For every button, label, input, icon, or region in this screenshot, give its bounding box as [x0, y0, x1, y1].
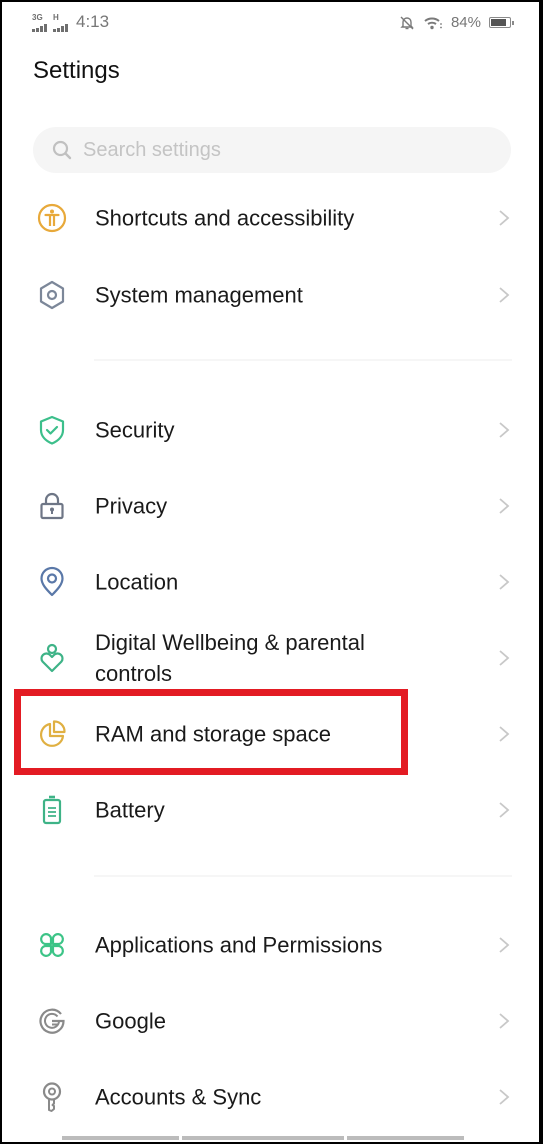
chevron-right-icon: [499, 937, 510, 953]
settings-item-label: System management: [95, 282, 303, 308]
settings-item-label: Accounts & Sync: [95, 1084, 262, 1110]
settings-item-label: Shortcuts and accessibility: [95, 205, 355, 231]
notifications-off-icon: [400, 16, 414, 29]
network-type-1: 3G: [32, 13, 43, 22]
settings-item-label: Security: [95, 417, 175, 443]
chevron-right-icon: [499, 1089, 510, 1105]
search-input[interactable]: [81, 137, 465, 163]
signal-h-icon: H: [53, 14, 68, 32]
settings-item-digital-wellbeing[interactable]: Digital Wellbeing & parental controls: [2, 617, 539, 699]
search-icon: [52, 140, 72, 160]
settings-item-battery[interactable]: Battery: [2, 774, 539, 846]
chevron-right-icon: [499, 574, 510, 590]
settings-item-shortcuts-accessibility[interactable]: Shortcuts and accessibility: [2, 182, 539, 254]
signal-3g-icon: 3G: [32, 14, 47, 32]
battery-percent: 84%: [450, 14, 481, 31]
wellbeing-heart-icon: [40, 643, 64, 673]
battery-list-icon: [42, 795, 62, 825]
shield-check-icon: [39, 415, 65, 445]
settings-item-ram-storage[interactable]: RAM and storage space: [2, 698, 539, 770]
location-pin-icon: [40, 566, 64, 597]
status-bar: 3G H 4:13 84%: [2, 2, 539, 46]
settings-item-accounts-sync[interactable]: Accounts & Sync: [2, 1061, 539, 1133]
settings-item-security[interactable]: Security: [2, 394, 539, 466]
key-icon: [42, 1082, 62, 1112]
settings-item-label: Google: [95, 1008, 166, 1034]
lock-icon: [40, 492, 64, 520]
accessibility-icon: [37, 203, 67, 233]
chevron-right-icon: [499, 1013, 510, 1029]
settings-item-location[interactable]: Location: [2, 546, 539, 618]
chevron-right-icon: [499, 726, 510, 742]
section-divider: [94, 875, 512, 877]
network-type-2: H: [53, 13, 59, 22]
chevron-right-icon: [499, 287, 510, 303]
settings-item-label: Privacy: [95, 493, 168, 519]
gesture-nav-bar: [62, 1136, 464, 1140]
google-icon: [39, 1008, 65, 1034]
apps-grid-icon: [40, 933, 64, 957]
page-title: Settings: [33, 57, 120, 84]
settings-screen: 3G H 4:13 84% Settings Search settings S…: [2, 2, 539, 1142]
settings-item-system-management[interactable]: System management: [2, 259, 539, 331]
settings-item-label: RAM and storage space: [95, 721, 332, 747]
chevron-right-icon: [499, 210, 510, 226]
chevron-right-icon: [499, 498, 510, 514]
settings-item-label: Location: [95, 569, 179, 595]
chevron-right-icon: [499, 802, 510, 818]
settings-item-google[interactable]: Google: [2, 985, 539, 1057]
settings-item-applications-permissions[interactable]: Applications and Permissions: [2, 909, 539, 981]
settings-item-label: Applications and Permissions: [95, 932, 383, 958]
chevron-right-icon: [499, 422, 510, 438]
battery-icon: [489, 17, 514, 28]
pie-chart-icon: [40, 720, 66, 747]
hexagon-settings-icon: [39, 280, 65, 310]
wifi-icon: [424, 16, 442, 29]
settings-item-label: Battery: [95, 797, 165, 823]
settings-item-label: Digital Wellbeing & parental controls: [95, 630, 365, 686]
settings-item-privacy[interactable]: Privacy: [2, 470, 539, 542]
search-bar[interactable]: [33, 127, 511, 173]
section-divider: [94, 359, 512, 361]
chevron-right-icon: [499, 650, 510, 666]
clock: 4:13: [76, 12, 110, 31]
